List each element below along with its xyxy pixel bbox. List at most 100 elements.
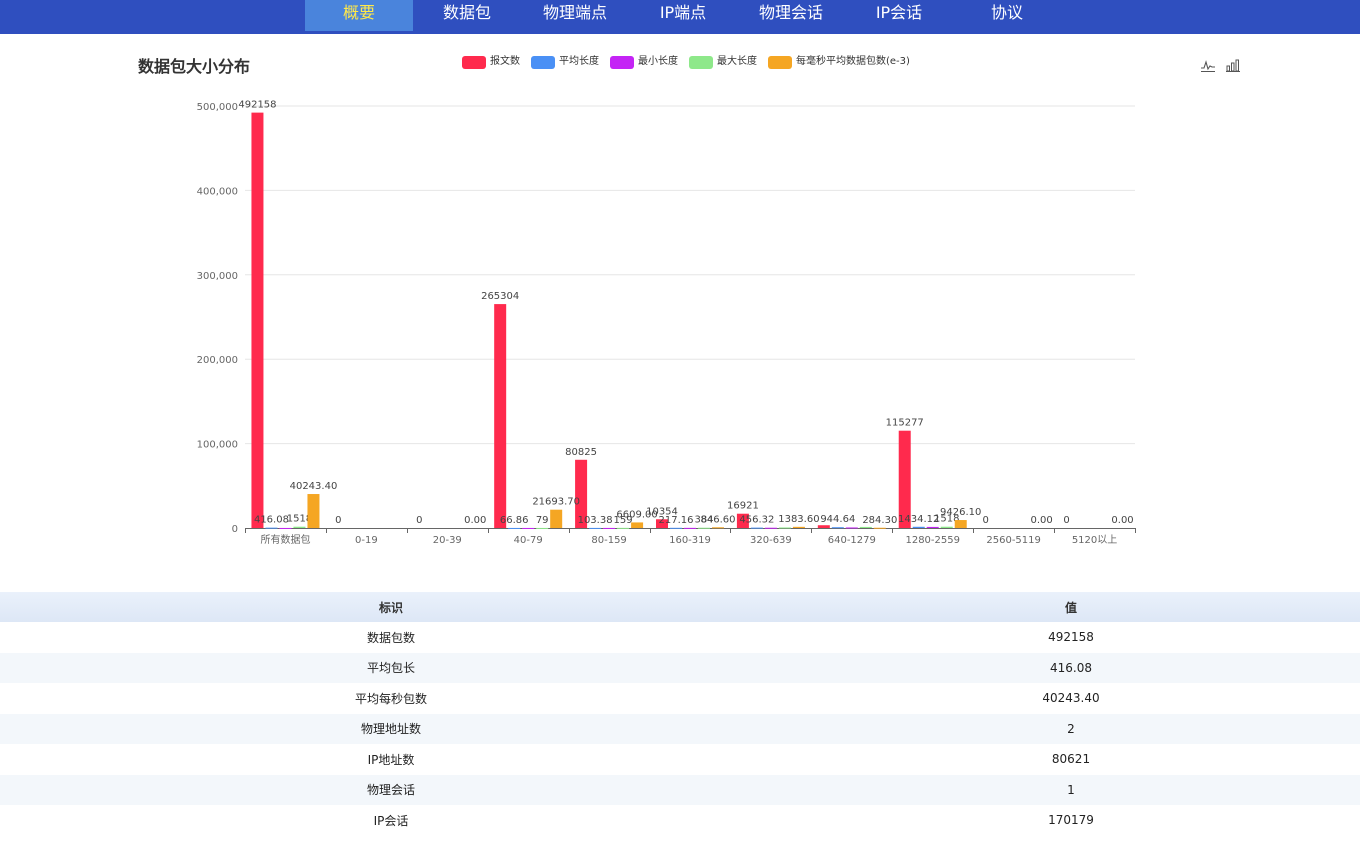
bar <box>265 527 278 529</box>
nav-tab-physical-sessions[interactable]: 物理会话 <box>737 0 845 31</box>
y-tick-label: 300,000 <box>197 271 238 282</box>
nav-tab-packets[interactable]: 数据包 <box>413 0 521 31</box>
x-tick-label: 1280-2559 <box>905 535 960 546</box>
legend-label: 报文数 <box>490 56 520 67</box>
bar <box>778 527 791 529</box>
x-tick-label: 0-19 <box>355 535 378 546</box>
summary-table: 标识 值 数据包数 492158 平均包长 416.08 平均每秒包数 4024… <box>0 592 1360 836</box>
legend-swatch <box>768 56 792 69</box>
nav-tab-physical-endpoints[interactable]: 物理端点 <box>521 0 629 31</box>
bar-data-label: 80825 <box>565 447 597 458</box>
table-cell-key: 数据包数 <box>0 622 782 653</box>
table-cell-value: 492158 <box>782 622 1360 653</box>
x-tick-label: 320-639 <box>750 535 792 546</box>
bar-data-label: 0 <box>335 515 341 526</box>
table-cell-key: 物理会话 <box>0 774 782 805</box>
bar <box>508 527 521 529</box>
bar <box>764 527 777 529</box>
legend-swatch <box>462 56 486 69</box>
bar-data-label: 456.32 <box>739 515 774 526</box>
legend-swatch <box>689 56 713 69</box>
bar-data-label: 16921 <box>727 501 759 512</box>
bar <box>750 527 763 529</box>
bar-data-label: 79 <box>536 515 549 526</box>
x-tick-label: 40-79 <box>514 535 543 546</box>
y-tick-label: 200,000 <box>197 355 238 366</box>
table-row: 数据包数 492158 <box>0 622 1360 653</box>
table-cell-key: 平均包长 <box>0 652 782 683</box>
y-tick-label: 500,000 <box>197 102 238 113</box>
table-row: 平均包长 416.08 <box>0 652 1360 683</box>
x-tick-label: 20-39 <box>433 535 462 546</box>
bar <box>603 527 616 529</box>
table-header-row: 标识 值 <box>0 592 1360 622</box>
bar-data-label: 0.00 <box>1111 515 1133 526</box>
bar-data-label: 40243.40 <box>290 481 338 492</box>
top-nav-bar: 概要 数据包 物理端点 IP端点 物理会话 IP会话 协议 <box>0 0 1360 34</box>
bar <box>631 522 644 528</box>
table-cell-value: 40243.40 <box>782 683 1360 714</box>
legend-label: 最小长度 <box>638 56 678 67</box>
bar-data-label: 115277 <box>886 418 924 429</box>
bar <box>589 527 602 529</box>
bar <box>279 527 292 529</box>
bar-data-label: 492158 <box>238 100 276 111</box>
bar-data-label: 0.00 <box>1031 515 1053 526</box>
nav-tab-protocols[interactable]: 协议 <box>953 0 1061 31</box>
x-tick-label: 2560-5119 <box>986 535 1041 546</box>
bar <box>536 527 549 529</box>
table-row: 平均每秒包数 40243.40 <box>0 683 1360 714</box>
bar <box>792 526 805 528</box>
bar <box>859 526 872 528</box>
summary-table-container: 标识 值 数据包数 492158 平均包长 416.08 平均每秒包数 4024… <box>0 592 1360 836</box>
bar <box>712 527 724 529</box>
x-tick-label: 所有数据包 <box>260 533 310 546</box>
bar-chart-icon[interactable] <box>1225 57 1241 73</box>
table-cell-value: 1 <box>782 774 1360 805</box>
bar <box>670 527 682 529</box>
legend-swatch <box>531 56 555 69</box>
y-tick-label: 100,000 <box>197 440 238 451</box>
nav-tab-ip-endpoints[interactable]: IP端点 <box>629 0 737 31</box>
line-chart-icon[interactable] <box>1200 57 1216 73</box>
bar-data-label: 103.38 <box>578 515 613 526</box>
table-cell-value: 416.08 <box>782 652 1360 683</box>
table-cell-key: IP会话 <box>0 805 782 836</box>
table-row: IP地址数 80621 <box>0 744 1360 775</box>
bar <box>617 527 630 529</box>
table-cell-value: 170179 <box>782 805 1360 836</box>
bar-data-label: 6609.00 <box>616 509 657 520</box>
y-tick-label: 400,000 <box>197 186 238 197</box>
bar <box>954 520 967 528</box>
bar <box>845 527 858 529</box>
legend-label: 最大长度 <box>717 56 757 67</box>
x-tick-label: 80-159 <box>591 535 626 546</box>
bar <box>550 509 563 528</box>
x-tick-label: 160-319 <box>669 535 711 546</box>
bar <box>817 525 830 528</box>
bar <box>831 527 844 529</box>
nav-tab-ip-sessions[interactable]: IP会话 <box>845 0 953 31</box>
table-cell-value: 2 <box>782 713 1360 744</box>
nav-tab-overview[interactable]: 概要 <box>305 0 413 31</box>
x-tick-label: 5120以上 <box>1072 534 1117 546</box>
table-cell-key: IP地址数 <box>0 744 782 775</box>
bar <box>873 527 886 529</box>
bar-chart: 0 100,000 200,000 300,000 400,000 500,000 所有数据… <box>197 100 1136 546</box>
legend-label: 每毫秒平均数据包数(e-3) <box>796 56 910 67</box>
bar-data-label: 66.86 <box>500 515 529 526</box>
bar-data-label: 284.30 <box>862 515 897 526</box>
bar <box>522 527 535 529</box>
legend-label: 平均长度 <box>559 56 599 67</box>
bar <box>251 112 264 528</box>
bar-data-label: 9426.10 <box>940 507 981 518</box>
bar-data-label: 1383.60 <box>778 514 819 525</box>
bar <box>926 526 939 528</box>
bar-data-label: 846.60 <box>701 514 736 525</box>
column-header-value: 值 <box>782 592 1360 622</box>
legend-swatch <box>610 56 634 69</box>
bar-data-label: 416.08 <box>254 515 289 526</box>
bar <box>912 526 925 528</box>
bar <box>494 304 507 528</box>
table-row: 物理会话 1 <box>0 774 1360 805</box>
